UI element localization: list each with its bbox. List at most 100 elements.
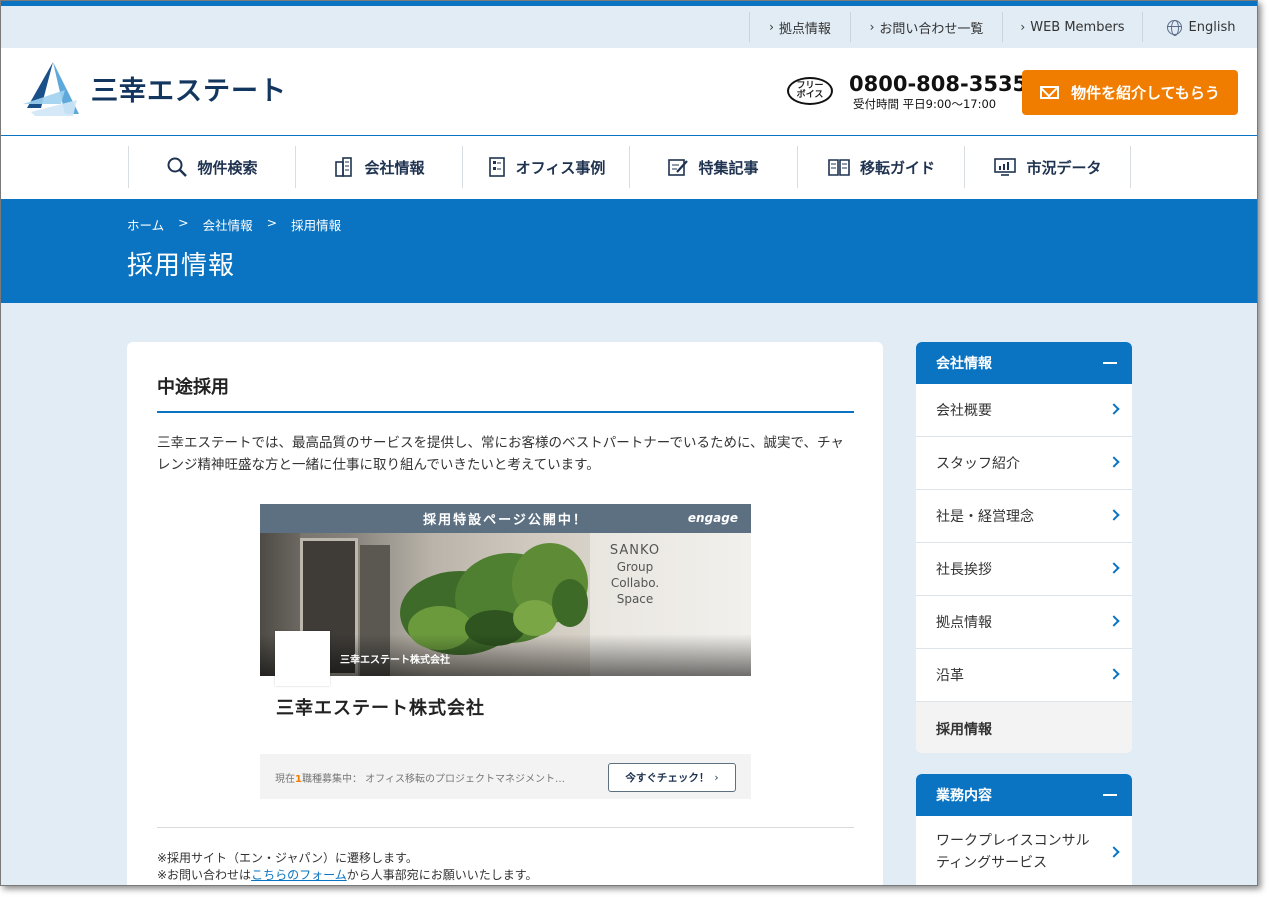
check-now-button[interactable]: 今すぐチェック！ › [608,763,736,792]
sidebar-item-label: 社是・経営理念 [936,509,1034,525]
collapse-icon [1103,362,1117,364]
chevron-right-icon [1108,456,1120,468]
chevron-right-icon: › [769,20,774,34]
contact-form-link[interactable]: こちらのフォーム [251,868,347,882]
main-content-card: 中途採用 三幸エステートでは、最高品質のサービスを提供し、常にお客様のベストパー… [127,342,883,885]
breadcrumb-separator: > [266,215,278,230]
openings-prefix: 現在 [275,774,295,785]
sidebar-item-history[interactable]: 沿革 [916,649,1132,702]
gnav-label: 市況データ [1026,158,1102,177]
banner-header: 採用特設ページ公開中！ engage [260,504,751,533]
util-link-web-members[interactable]: › WEB Members [1002,12,1142,42]
gnav-feature-articles[interactable]: 特集記事 [629,146,796,188]
sidebar-item-label: ワークプレイスコンサルティングサービス [936,832,1090,871]
note-contact: ※お問い合わせはこちらのフォームから人事部宛にお願いいたします。 [157,866,538,883]
gnav-label: 移転ガイド [859,158,935,177]
sidebar-item-label: 採用情報 [936,721,992,738]
site-logo[interactable]: 三幸エステート [21,60,287,116]
sidebar-item-label: 沿革 [936,668,964,684]
building-icon [335,157,353,177]
breadcrumb-company-info[interactable]: 会社情報 [203,215,253,234]
gnav-label: 会社情報 [364,158,425,177]
book-icon [828,159,850,176]
sidebar-heading-business[interactable]: 業務内容 [916,774,1132,816]
sidebar-heading-label: 業務内容 [936,788,992,804]
sidebar-item-president-message[interactable]: 社長挨拶 [916,543,1132,596]
gnav-label: 物件検索 [197,158,258,177]
sign-line: Space [616,592,654,606]
sidebar-item-label: 拠点情報 [936,615,992,631]
property-introduction-label: 物件を紹介してもらう [1071,84,1220,102]
site-header: 三幸エステート フリー ボイス 0800-808-3535 受付時間 平日9:0… [1,48,1257,135]
sidebar-heading-company[interactable]: 会社情報 [916,342,1132,384]
chevron-right-icon [1108,509,1120,521]
utility-bar: › 拠点情報 › お問い合わせ一覧 › WEB Members English [1,6,1257,48]
company-logo-placeholder [275,631,330,686]
openings-count: 1 [295,774,302,785]
sign-line: Collabo. [610,576,660,590]
util-link-inquiries[interactable]: › お問い合わせ一覧 [850,12,1002,42]
note-external-site: ※採用サイト（エン・ジャパン）に遷移します。 [157,851,418,865]
collapse-icon [1103,794,1117,796]
chevron-right-icon [1108,668,1120,680]
logo-text: 三幸エステート [91,75,287,107]
chevron-right-icon: › [869,20,875,34]
banner-header-text: 採用特設ページ公開中！ [423,513,588,528]
breadcrumb-home[interactable]: ホーム [127,215,164,234]
gnav-market-data[interactable]: 市況データ [964,146,1131,188]
sidebar-item-label: 会社概要 [936,403,992,419]
gnav-label: 特集記事 [698,158,759,177]
global-nav: 物件検索 会社情報 オフィス事例 特集記事 移転ガイド 市況データ [1,135,1257,199]
gnav-office-cases[interactable]: オフィス事例 [462,146,629,188]
section-heading: 中途採用 [157,377,229,398]
phone-number[interactable]: 0800-808-3535 [849,72,1027,96]
util-link-english[interactable]: English [1142,12,1257,42]
sidebar-item-label: スタッフ紹介 [936,456,1020,472]
document-icon [488,157,505,177]
content-divider [157,827,854,828]
property-introduction-button[interactable]: 物件を紹介してもらう [1022,70,1238,115]
sidebar-item-philosophy[interactable]: 社是・経営理念 [916,490,1132,543]
sidebar-company-menu: 会社情報 会社概要 スタッフ紹介 社是・経営理念 社長挨拶 拠点情報 沿革 採用… [916,342,1132,753]
chevron-right-icon [1108,615,1120,627]
chevron-right-icon: › [714,771,719,784]
sidebar-item-workplace-consulting[interactable]: ワークプレイスコンサルティングサービス [916,816,1132,885]
sanko-sign: SANKO Group Collabo. Space [600,543,670,607]
util-link-label: WEB Members [1030,19,1125,35]
util-link-locations[interactable]: › 拠点情報 [749,12,850,42]
util-link-label: English [1188,19,1236,35]
sidebar-item-recruit[interactable]: 採用情報 [916,702,1132,753]
gnav-company-info[interactable]: 会社情報 [295,146,462,188]
sign-line: Group [616,560,654,574]
breadcrumb-separator: > [178,215,189,230]
breadcrumb: ホーム > 会社情報 > 採用情報 [127,215,355,234]
sidebar-item-staff[interactable]: スタッフ紹介 [916,437,1132,490]
breadcrumb-current: 採用情報 [291,218,342,233]
openings-summary: 現在1職種募集中： オフィス移転のプロジェクトマネジメント… [275,770,565,785]
intro-paragraph: 三幸エステートでは、最高品質のサービスを提供し、常にお客様のベストパートナーでい… [157,435,844,473]
gnav-property-search[interactable]: 物件検索 [128,146,295,188]
chevron-right-icon [1108,403,1120,415]
util-link-label: お問い合わせ一覧 [879,21,984,37]
monitor-chart-icon [994,158,1017,176]
sidebar-heading-label: 会社情報 [936,356,992,372]
recruit-banner[interactable]: 採用特設ページ公開中！ engage SANKO Group Collabo. … [260,504,751,799]
browser-viewport: › 拠点情報 › お問い合わせ一覧 › WEB Members English … [0,0,1258,886]
mail-icon [1040,86,1060,99]
search-icon [167,157,188,177]
office-photo: SANKO Group Collabo. Space 三幸エステート株式会社 [260,533,751,676]
logo-mark-icon [23,62,79,116]
chevron-right-icon [1108,846,1120,858]
util-link-label: 拠点情報 [778,21,831,37]
sign-line: SANKO [609,543,661,558]
globe-icon [1166,19,1182,36]
check-now-label: 今すぐチェック！ [625,772,710,784]
gnav-relocation-guide[interactable]: 移転ガイド [797,146,964,188]
gnav-label: オフィス事例 [515,158,606,177]
sidebar-item-locations[interactable]: 拠点情報 [916,596,1132,649]
sidebar-item-company-overview[interactable]: 会社概要 [916,384,1132,437]
note-contact-suffix: から人事部宛にお願いいたします。 [346,868,538,882]
heading-divider [157,411,854,413]
note-contact-prefix: ※お問い合わせは [157,868,252,882]
company-name: 三幸エステート株式会社 [276,698,485,719]
